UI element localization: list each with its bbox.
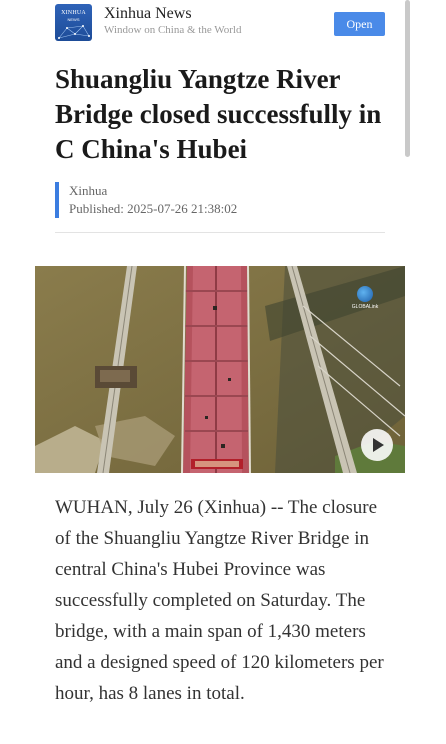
meta-divider xyxy=(55,232,385,233)
app-banner: XINHUA NEWS Xinhua News Window on China … xyxy=(0,0,446,50)
article-title: Shuangliu Yangtze River Bridge closed su… xyxy=(55,64,382,164)
logo-text-xinhua: XINHUA xyxy=(61,10,86,16)
app-name: Xinhua News xyxy=(104,5,192,22)
article-published: Published: 2025-07-26 21:38:02 xyxy=(69,201,238,216)
xinhua-logo-icon: XINHUA NEWS xyxy=(55,4,92,41)
aerial-bridge-thumbnail xyxy=(35,266,405,473)
article-body: WUHAN, July 26 (Xinhua) -- The closure o… xyxy=(55,497,384,704)
play-icon xyxy=(373,438,384,452)
meta-accent-bar xyxy=(55,182,59,218)
open-app-button[interactable]: Open xyxy=(334,12,385,36)
page-scrollbar[interactable] xyxy=(405,0,410,157)
app-tagline: Window on China & the World xyxy=(104,24,242,36)
globalink-watermark: GLOBALink xyxy=(351,304,379,310)
video-player[interactable]: GLOBALink xyxy=(35,266,405,473)
globalink-logo-icon xyxy=(357,286,373,302)
article-source: Xinhua xyxy=(69,183,108,198)
article-meta: Xinhua Published: 2025-07-26 21:38:02 xyxy=(55,182,385,218)
play-button[interactable] xyxy=(361,429,393,461)
